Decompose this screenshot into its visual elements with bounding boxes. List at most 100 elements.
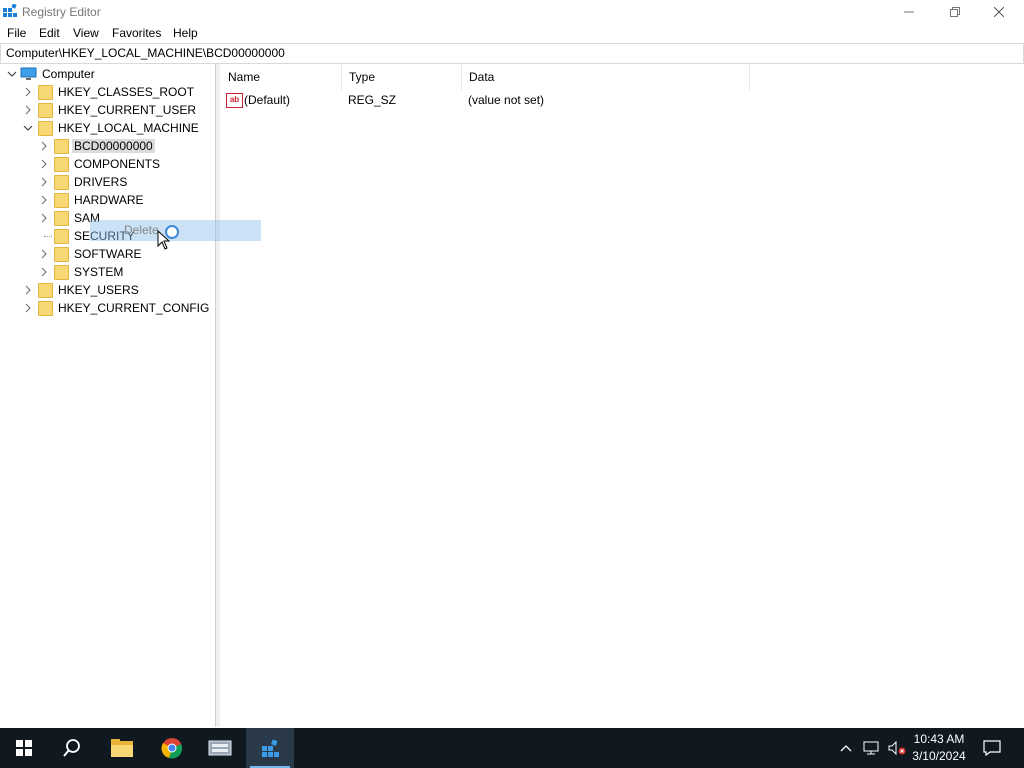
action-center-button[interactable]: [972, 728, 1012, 768]
folder-icon: [54, 229, 69, 244]
taskbar-chrome[interactable]: [148, 728, 196, 768]
tree-label: COMPONENTS: [74, 157, 161, 171]
folder-icon: [38, 85, 53, 100]
clock-date[interactable]: 3/10/2024: [908, 749, 970, 763]
notification-icon: [983, 740, 1001, 756]
taskbar-registry-editor[interactable]: [246, 728, 294, 768]
drag-label: Delete: [124, 223, 159, 237]
chevron-right-icon[interactable]: [39, 137, 49, 155]
menu-file[interactable]: File: [7, 26, 26, 40]
search-icon: [63, 739, 80, 757]
folder-icon: [54, 193, 69, 208]
tree-label-computer: Computer: [42, 67, 95, 81]
value-row[interactable]: ab (Default) REG_SZ (value not set): [221, 90, 1024, 110]
chevron-right-icon[interactable]: [39, 173, 49, 191]
folder-open-icon: [38, 121, 53, 136]
close-icon: [994, 7, 1004, 17]
registry-editor-app-icon: [3, 4, 17, 17]
mouse-cursor-icon: [157, 230, 171, 250]
search-button[interactable]: [48, 728, 96, 768]
start-button[interactable]: [0, 728, 48, 768]
folder-icon: [38, 283, 53, 298]
tree-label: HKEY_CLASSES_ROOT: [58, 85, 195, 99]
chevron-down-icon[interactable]: [23, 119, 33, 137]
window-title: Registry Editor: [22, 5, 101, 19]
tree-item-software[interactable]: SOFTWARE: [0, 245, 215, 263]
chevron-right-icon[interactable]: [23, 281, 33, 299]
tree-item-hkey-local-machine[interactable]: HKEY_LOCAL_MACHINE: [0, 119, 215, 137]
folder-icon: [54, 175, 69, 190]
key-tree[interactable]: Computer HKEY_CLASSES_ROOT HKEY_CURRENT_…: [0, 64, 216, 727]
taskbar: 10:43 AM 3/10/2024: [0, 728, 1024, 768]
show-hidden-icons-button[interactable]: [834, 728, 858, 768]
folder-icon: [54, 265, 69, 280]
tree-label: SOFTWARE: [74, 247, 142, 261]
folder-icon: [54, 157, 69, 172]
windows-logo-icon: [16, 740, 32, 756]
column-header-data[interactable]: Data: [462, 64, 750, 90]
taskbar-file-explorer[interactable]: [98, 728, 146, 768]
folder-icon: [38, 301, 53, 316]
close-button[interactable]: [976, 0, 1022, 24]
clock-time[interactable]: 10:43 AM: [908, 732, 970, 746]
chevron-up-icon: [840, 745, 852, 752]
menu-edit[interactable]: Edit: [39, 26, 60, 40]
tree-label: SYSTEM: [74, 265, 124, 279]
chevron-right-icon[interactable]: [39, 191, 49, 209]
menu-favorites[interactable]: Favorites: [112, 26, 161, 40]
tree-item-bcd00000000[interactable]: BCD00000000: [0, 137, 215, 155]
value-type: REG_SZ: [348, 93, 397, 107]
tree-item-hkey-current-user[interactable]: HKEY_CURRENT_USER: [0, 101, 215, 119]
folder-icon: [54, 211, 69, 226]
column-header-type[interactable]: Type: [342, 64, 462, 90]
pane-splitter[interactable]: [216, 64, 220, 727]
menu-help[interactable]: Help: [173, 26, 198, 40]
tree-item-drivers[interactable]: DRIVERS: [0, 173, 215, 191]
folder-icon: [54, 139, 69, 154]
chevron-down-icon[interactable]: [7, 65, 17, 83]
network-icon: [863, 741, 879, 755]
chevron-right-icon[interactable]: [39, 245, 49, 263]
column-header-name[interactable]: Name: [221, 64, 342, 90]
tree-label: HARDWARE: [74, 193, 144, 207]
network-tray-button[interactable]: [858, 728, 884, 768]
chevron-right-icon[interactable]: [39, 209, 49, 227]
tree-item-hardware[interactable]: HARDWARE: [0, 191, 215, 209]
address-bar[interactable]: Computer\HKEY_LOCAL_MACHINE\BCD00000000: [0, 43, 1024, 64]
tree-item-components[interactable]: COMPONENTS: [0, 155, 215, 173]
tree-label: HKEY_CURRENT_CONFIG: [58, 301, 210, 315]
chevron-right-icon[interactable]: [39, 263, 49, 281]
tree-item-hkey-users[interactable]: HKEY_USERS: [0, 281, 215, 299]
minimize-button[interactable]: [886, 0, 932, 24]
taskbar-app[interactable]: [196, 728, 244, 768]
address-path: Computer\HKEY_LOCAL_MACHINE\BCD00000000: [6, 46, 285, 60]
title-bar: Registry Editor: [0, 0, 1024, 24]
restore-button[interactable]: [932, 0, 978, 24]
string-value-icon: ab: [226, 93, 243, 108]
volume-muted-icon: [888, 741, 906, 755]
chrome-icon: [161, 738, 183, 759]
tree-label: HKEY_CURRENT_USER: [58, 103, 197, 117]
tree-label: HKEY_USERS: [58, 283, 139, 297]
value-name: (Default): [244, 93, 291, 107]
menu-bar: File Edit View Favorites Help: [0, 24, 1024, 42]
value-data: (value not set): [468, 93, 545, 107]
tree-label: DRIVERS: [74, 175, 128, 189]
folder-icon: [38, 103, 53, 118]
tree-item-computer[interactable]: Computer: [0, 65, 215, 83]
menu-view[interactable]: View: [73, 26, 99, 40]
chevron-right-icon[interactable]: [23, 299, 33, 317]
folder-icon: [54, 247, 69, 262]
tree-label-selected: BCD00000000: [72, 139, 155, 153]
tree-item-hkey-current-config[interactable]: HKEY_CURRENT_CONFIG: [0, 299, 215, 317]
tree-item-system[interactable]: SYSTEM: [0, 263, 215, 281]
tree-connector: [44, 236, 52, 237]
values-list[interactable]: Name Type Data ab (Default) REG_SZ (valu…: [221, 64, 1024, 727]
tree-item-hkey-classes-root[interactable]: HKEY_CLASSES_ROOT: [0, 83, 215, 101]
computer-icon: [20, 67, 37, 80]
restore-icon: [950, 7, 960, 17]
volume-tray-button[interactable]: [884, 728, 910, 768]
chevron-right-icon[interactable]: [39, 155, 49, 173]
chevron-right-icon[interactable]: [23, 83, 33, 101]
chevron-right-icon[interactable]: [23, 101, 33, 119]
